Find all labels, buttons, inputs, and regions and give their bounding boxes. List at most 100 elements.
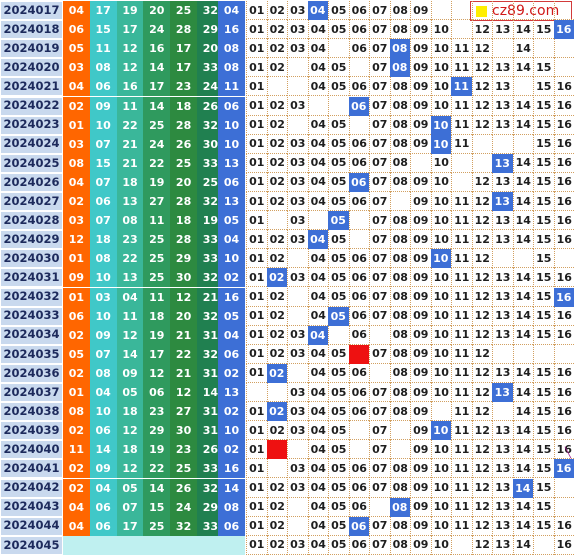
miss-count-cell: 14 <box>512 287 533 307</box>
red-ball-cell: 22 <box>143 153 171 173</box>
miss-count-cell: 12 <box>471 192 492 212</box>
red-ball-cell: 24 <box>143 20 171 40</box>
red-ball-cell: 09 <box>89 325 117 345</box>
miss-count-cell <box>287 58 308 78</box>
miss-count-cell: 15 <box>533 230 554 250</box>
miss-count-cell <box>287 77 308 97</box>
miss-count-cell: 07 <box>369 134 390 154</box>
blue-hit-marker: 08 <box>389 497 410 517</box>
miss-count-cell: 11 <box>451 344 472 364</box>
miss-count-cell: 01 <box>246 134 267 154</box>
blue-ball-cell: 08 <box>218 58 245 78</box>
red-ball-cell: 17 <box>116 20 144 40</box>
period-label: 2024023 <box>0 115 63 135</box>
red-ball-cell: 26 <box>170 478 197 498</box>
miss-count-cell: 02 <box>266 249 287 269</box>
miss-count-cell: 16 <box>553 192 574 212</box>
miss-count-cell: 15 <box>533 440 554 460</box>
miss-count-cell: 15 <box>533 383 554 403</box>
red-ball-cell: 14 <box>116 344 144 364</box>
red-ball-cell: 18 <box>170 96 197 116</box>
red-ball-cell: 04 <box>116 287 144 307</box>
miss-count-cell: 11 <box>451 459 472 479</box>
red-ball-cell: 07 <box>89 211 117 231</box>
red-ball-cell <box>170 535 197 555</box>
miss-count-cell: 12 <box>471 249 492 269</box>
miss-count-cell <box>287 516 308 536</box>
miss-count-cell: 04 <box>307 77 328 97</box>
lottery-trend-table: 2024017 04 17 19 20 25 32 04 01 02 03 04 05 06 07 08 09 2… <box>0 0 574 556</box>
miss-count-cell: 11 <box>451 383 472 403</box>
miss-count-cell: 08 <box>389 77 410 97</box>
miss-count-cell: 16 <box>553 402 574 422</box>
miss-count-cell: 16 <box>553 115 574 135</box>
red-ball-cell: 10 <box>89 268 117 288</box>
miss-count-cell <box>348 211 369 231</box>
period-label: 2024018 <box>0 20 63 40</box>
miss-count-cell: 15 <box>533 58 554 78</box>
miss-count-cell <box>471 1 492 21</box>
period-label: 2024034 <box>0 325 63 345</box>
miss-count-cell: 07 <box>369 58 390 78</box>
red-ball-cell: 12 <box>143 363 171 383</box>
miss-count-cell: 06 <box>348 268 369 288</box>
miss-count-cell <box>287 287 308 307</box>
red-ball-cell: 28 <box>170 20 197 40</box>
red-ball-cell: 13 <box>116 268 144 288</box>
miss-count-cell: 03 <box>287 172 308 192</box>
miss-count-cell: 09 <box>410 402 431 422</box>
red-ball-cell: 05 <box>63 344 90 364</box>
red-ball-cell: 29 <box>143 421 171 441</box>
miss-count-cell: 09 <box>410 516 431 536</box>
miss-count-cell: 10 <box>430 268 451 288</box>
blue-hit-marker: 13 <box>492 153 513 173</box>
miss-count-cell: 16 <box>553 230 574 250</box>
miss-count-cell <box>307 96 328 116</box>
miss-count-cell: 03 <box>287 153 308 173</box>
miss-count-cell: 05 <box>328 249 349 269</box>
miss-count-cell: 10 <box>430 20 451 40</box>
blue-ball-cell: 16 <box>218 20 245 40</box>
miss-count-cell: 06 <box>348 192 369 212</box>
miss-count-cell: 14 <box>512 421 533 441</box>
miss-count-cell: 15 <box>533 516 554 536</box>
miss-count-cell: 01 <box>246 287 267 307</box>
miss-count-cell: 01 <box>246 440 267 460</box>
period-label: 2024017 <box>0 1 63 21</box>
red-ball-cell: 14 <box>143 96 171 116</box>
miss-count-cell: 13 <box>492 421 513 441</box>
miss-count-cell: 08 <box>389 478 410 498</box>
miss-count-cell: 09 <box>410 421 431 441</box>
miss-count-cell <box>492 344 513 364</box>
miss-count-cell <box>553 1 574 21</box>
miss-count-cell: 16 <box>553 211 574 231</box>
period-label: 2024039 <box>0 421 63 441</box>
miss-count-cell: 04 <box>307 172 328 192</box>
miss-count-cell <box>512 77 533 97</box>
miss-count-cell: 12 <box>471 58 492 78</box>
blue-hit-marker: 04 <box>307 1 328 21</box>
blue-hit-marker: 05 <box>328 211 349 231</box>
miss-count-cell: 11 <box>451 440 472 460</box>
miss-count-cell: 13 <box>492 77 513 97</box>
blue-hit-marker: 16 <box>553 20 574 40</box>
miss-count-cell: 16 <box>553 77 574 97</box>
miss-count-cell: 02 <box>266 497 287 517</box>
red-ball-cell: 09 <box>116 363 144 383</box>
miss-count-cell: 11 <box>451 58 472 78</box>
miss-count-cell <box>266 77 287 97</box>
red-ball-cell: 25 <box>143 115 171 135</box>
red-ball-cell: 04 <box>63 1 90 21</box>
red-ball-cell: 18 <box>116 402 144 422</box>
miss-count-cell: 01 <box>246 516 267 536</box>
miss-count-cell: 14 <box>512 306 533 326</box>
miss-count-cell: 12 <box>471 306 492 326</box>
miss-count-cell <box>553 249 574 269</box>
miss-count-cell: 08 <box>389 134 410 154</box>
miss-count-cell: 05 <box>328 440 349 460</box>
red-ball-cell: 25 <box>170 153 197 173</box>
miss-count-cell: 07 <box>369 402 390 422</box>
miss-count-cell: 02 <box>266 535 287 555</box>
miss-count-cell: 08 <box>389 230 410 250</box>
miss-count-cell: 09 <box>410 39 431 59</box>
